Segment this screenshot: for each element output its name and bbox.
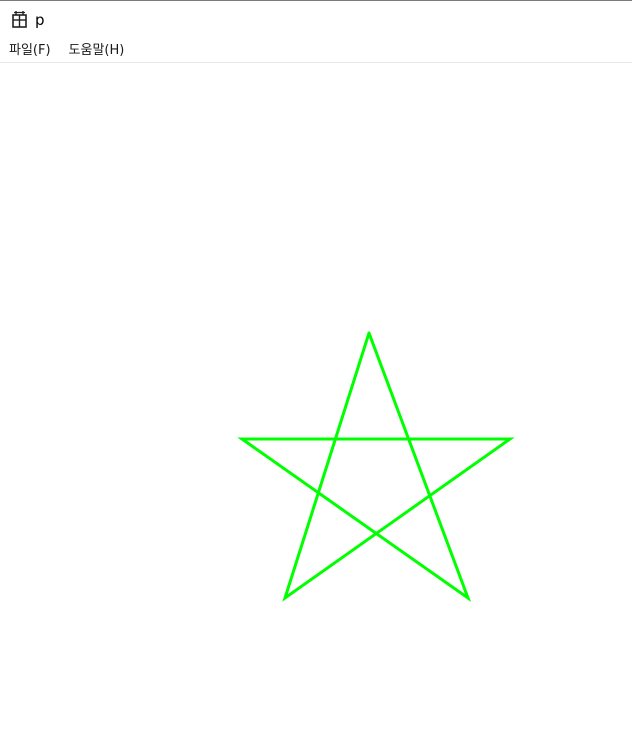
- window-title: p: [35, 11, 45, 29]
- app-icon: [11, 10, 29, 29]
- menu-file[interactable]: 파일(F): [0, 39, 51, 62]
- drawing-area[interactable]: [0, 63, 632, 730]
- app-window: p 파일(F) 도움말(H): [0, 0, 632, 730]
- menu-bar: 파일(F) 도움말(H): [0, 39, 632, 63]
- star-canvas: [237, 331, 515, 603]
- title-bar[interactable]: p: [0, 1, 632, 39]
- menu-help[interactable]: 도움말(H): [60, 39, 125, 62]
- star-shape: [237, 331, 515, 603]
